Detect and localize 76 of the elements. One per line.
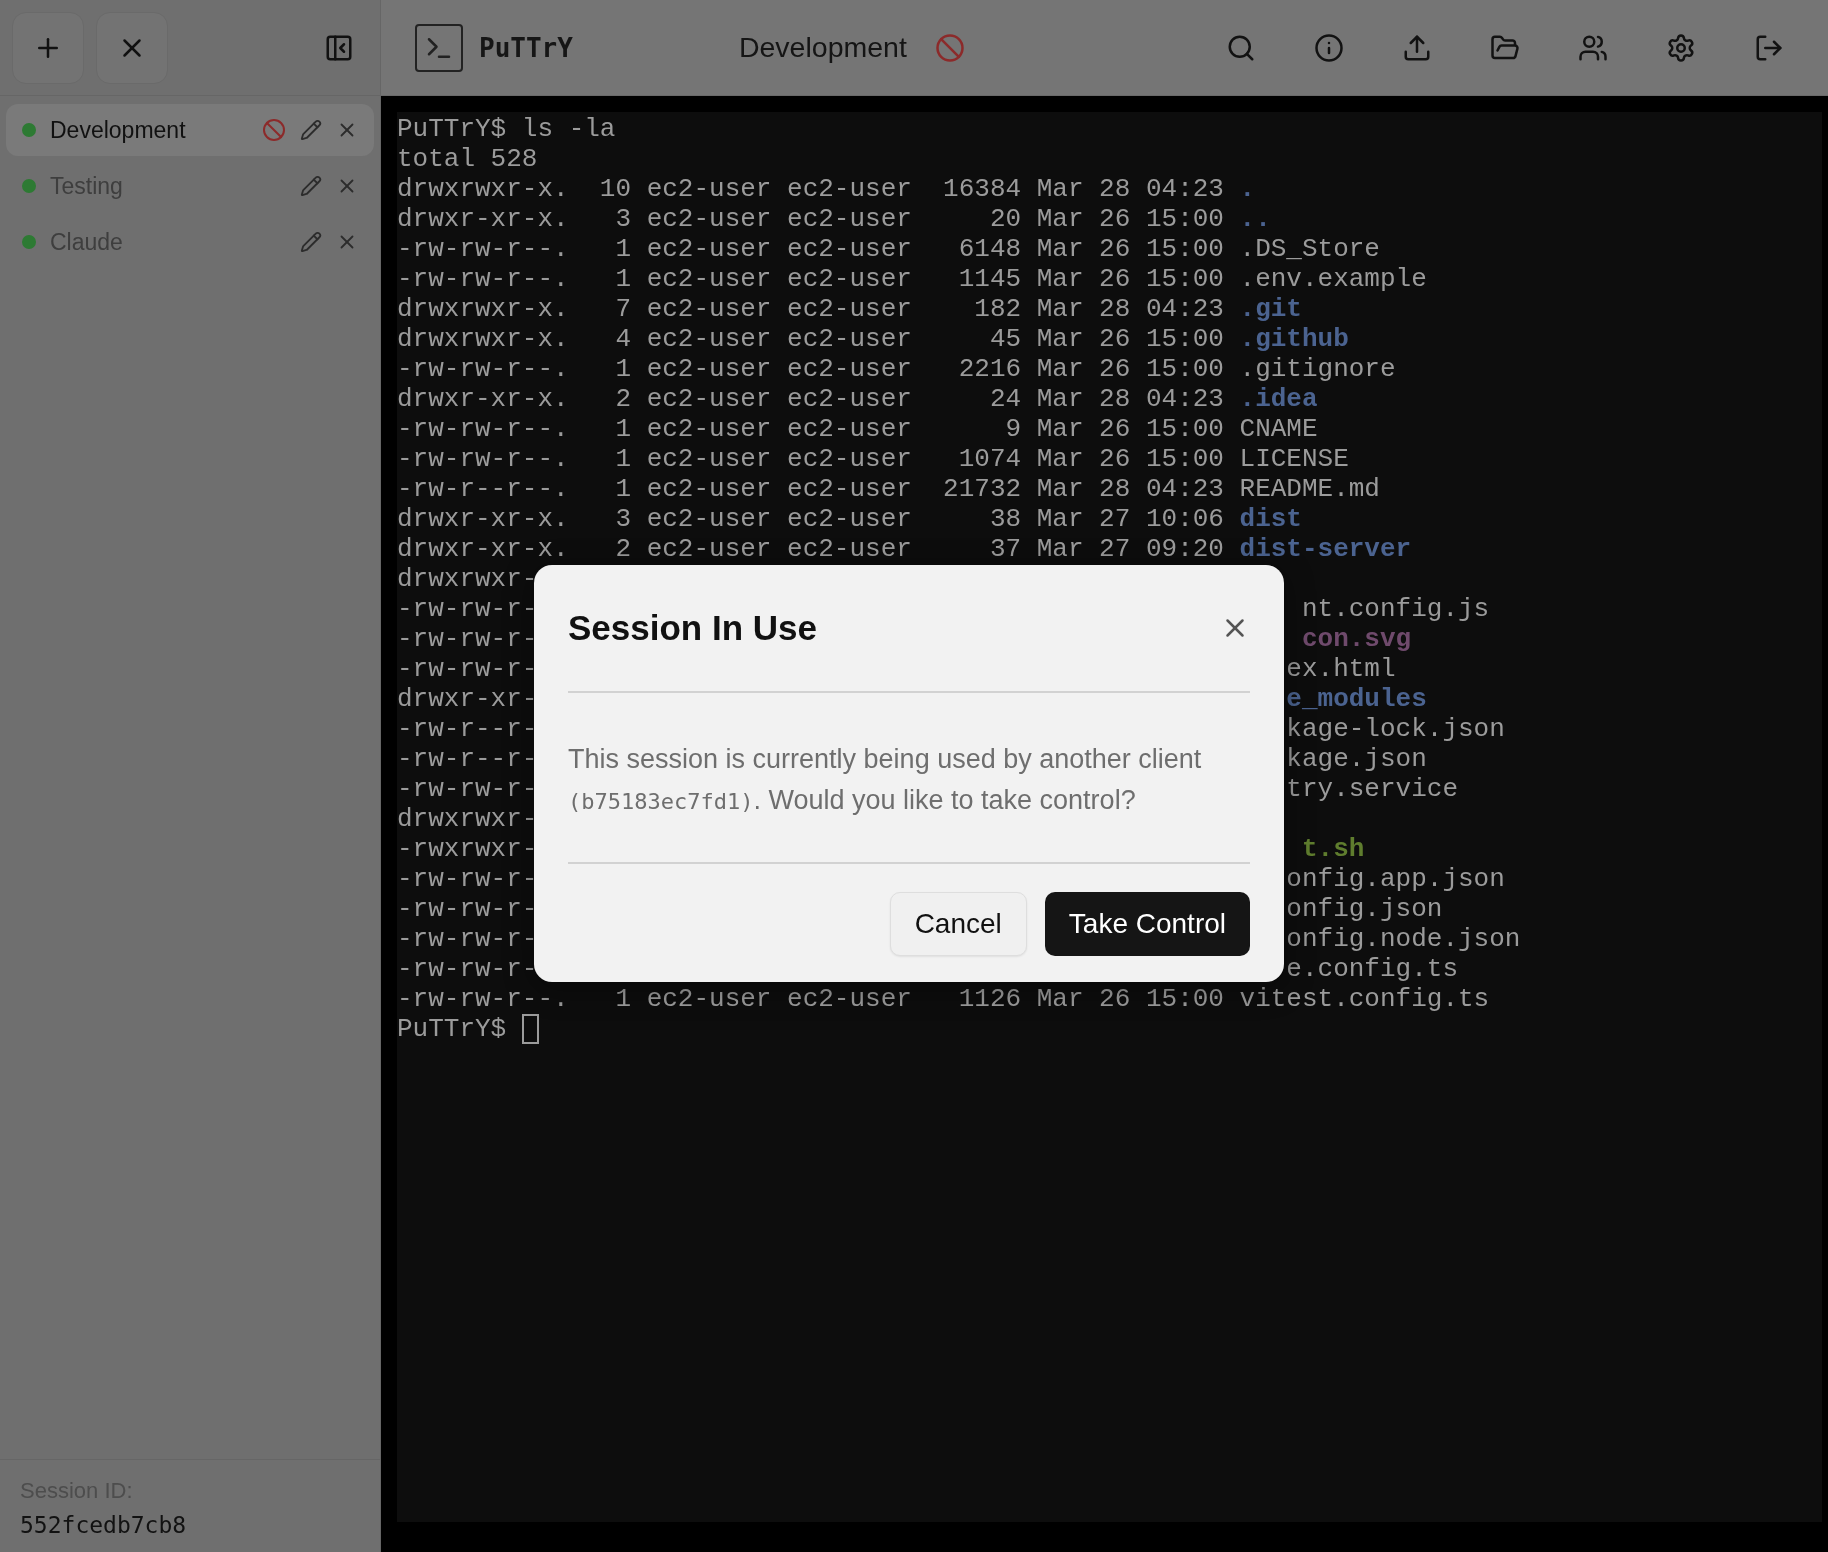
file-info: drwxr-xr-x. 3 ec2-user ec2-user 38 Mar 27 10:06 <box>397 504 1224 534</box>
pencil-icon[interactable] <box>300 175 322 197</box>
file-info: -rw-rw-r--. 1 ec2-user ec2-user 1126 Mar 26 15:00 <box>397 984 1224 1014</box>
file-name: .DS_Store <box>1239 234 1380 264</box>
app-name: PuTTrY <box>479 32 573 63</box>
file-info: drwxrwxr-x. 7 ec2-user ec2-user 182 Mar 28 04:23 <box>397 294 1224 324</box>
cancel-button[interactable]: Cancel <box>889 892 1027 956</box>
file-name: nt.config.js <box>1301 594 1490 624</box>
session-id-value: 552fcedb7cb8 <box>20 1512 188 1538</box>
terminal-icon <box>415 23 463 72</box>
file-name: onfig.json <box>1286 894 1443 924</box>
file-info: -rw-rw-r- <box>397 774 538 804</box>
file-info: drwxrwxr- <box>397 564 538 594</box>
file-name: kage-lock.json <box>1286 714 1505 744</box>
file-info: drwxr-xr-x. 3 ec2-user ec2-user 20 Mar 26 15:00 <box>397 204 1224 234</box>
dialog-title: Session In Use <box>568 608 817 648</box>
file-name: e_modules <box>1286 684 1427 714</box>
file-name: kage.json <box>1286 744 1427 774</box>
terminal-line: total 528 <box>397 144 538 174</box>
file-info: -rw-rw-r- <box>397 894 538 924</box>
file-name: dist <box>1239 504 1302 534</box>
file-info: -rw-rw-r--. 1 ec2-user ec2-user 6148 Mar 26 15:00 <box>397 234 1224 264</box>
status-dot <box>22 235 36 249</box>
terminal-prompt: PuTTrY$ <box>397 1014 507 1044</box>
file-info: drwxr-xr-x. 2 ec2-user ec2-user 24 Mar 28 04:23 <box>397 384 1224 414</box>
pencil-icon[interactable] <box>300 231 322 253</box>
file-info: -rw-r--r- <box>397 744 538 774</box>
file-info: -rw-rw-r- <box>397 624 538 654</box>
file-info: -rwxrwxr- <box>397 834 538 864</box>
settings-icon[interactable] <box>1666 32 1696 63</box>
file-name: try.service <box>1286 774 1458 804</box>
file-name: ex.html <box>1286 654 1396 684</box>
file-name: e.config.ts <box>1286 954 1458 984</box>
file-info: drwxr-xr- <box>397 684 538 714</box>
file-info: -rw-rw-r- <box>397 594 538 624</box>
file-info: -rw-rw-r--. 1 ec2-user ec2-user 1145 Mar 26 15:00 <box>397 264 1224 294</box>
file-name: .git <box>1239 294 1302 324</box>
file-name: onfig.node.json <box>1286 924 1521 954</box>
file-name: vitest.config.ts <box>1239 984 1490 1014</box>
file-name: .idea <box>1239 384 1318 414</box>
file-name: .env.example <box>1239 264 1427 294</box>
file-info: drwxrwxr- <box>397 804 538 834</box>
file-name: .gitignore <box>1239 354 1396 384</box>
file-info: -rw-rw-r--. 1 ec2-user ec2-user 2216 Mar 26 15:00 <box>397 354 1224 384</box>
file-name: .github <box>1239 324 1349 354</box>
file-info: -rw-rw-r- <box>397 864 538 894</box>
status-dot <box>22 179 36 193</box>
take-control-button[interactable]: Take Control <box>1044 892 1250 956</box>
file-name: t.sh <box>1301 834 1365 864</box>
file-info: -rw-rw-r--. 1 ec2-user ec2-user 9 Mar 26 15:00 <box>397 414 1224 444</box>
session-item[interactable]: Development <box>6 104 374 156</box>
dialog-message: This session is currently being used by another client (b75183ec7fd1). Would you like to take control? <box>568 693 1250 864</box>
file-name: dist-server <box>1239 534 1412 564</box>
file-name: CNAME <box>1239 414 1318 444</box>
file-info: drwxrwxr-x. 10 ec2-user ec2-user 16384 Mar 28 04:23 <box>397 174 1224 204</box>
file-info: drwxrwxr-x. 4 ec2-user ec2-user 45 Mar 26 15:00 <box>397 324 1224 354</box>
file-name: . <box>1239 174 1256 204</box>
file-info: drwxr-xr-x. 2 ec2-user ec2-user 37 Mar 27 09:20 <box>397 534 1224 564</box>
file-info: -rw-r--r--. 1 ec2-user ec2-user 21732 Mar 28 04:23 <box>397 474 1224 504</box>
session-name: Development <box>50 116 187 144</box>
terminal-cursor <box>521 1014 539 1044</box>
session-title: Development <box>738 31 907 64</box>
file-info: -rw-rw-r- <box>397 954 538 984</box>
file-info: -rw-rw-r--. 1 ec2-user ec2-user 1074 Mar 26 15:00 <box>397 444 1224 474</box>
file-name: onfig.app.json <box>1286 864 1505 894</box>
terminal-line: PuTTrY$ ls -la <box>397 114 616 144</box>
pencil-icon[interactable] <box>300 119 322 141</box>
info-icon[interactable] <box>1314 32 1344 63</box>
file-info: -rw-rw-r- <box>397 654 538 684</box>
status-dot <box>22 123 36 137</box>
file-info: -rw-r--r- <box>397 714 538 744</box>
file-name: con.svg <box>1301 624 1412 654</box>
file-name: LICENSE <box>1239 444 1349 474</box>
file-info: -rw-rw-r- <box>397 924 538 954</box>
file-name: README.md <box>1239 474 1380 504</box>
file-name: .. <box>1239 204 1271 234</box>
